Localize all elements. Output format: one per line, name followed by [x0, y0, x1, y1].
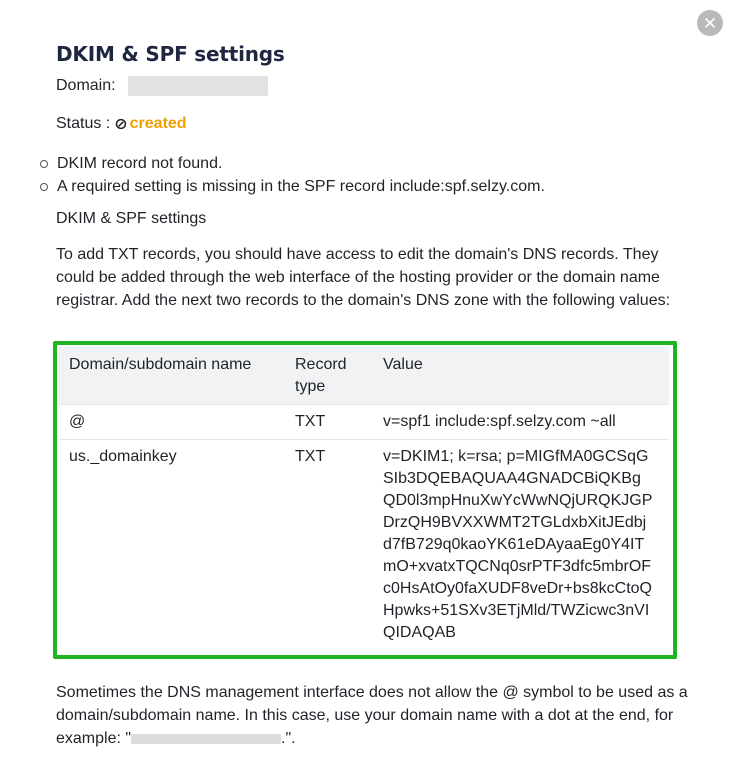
- dkim-value-text: v=DKIM1; k=rsa; p=MIGfMA0GCSqGSIb3DQEBAQ…: [383, 448, 653, 641]
- list-item: A required setting is missing in the SPF…: [40, 175, 545, 198]
- cell-record-type: TXT: [285, 404, 373, 440]
- status-row: Status : ⊘ created: [56, 114, 187, 134]
- section-heading: DKIM & SPF settings: [56, 210, 207, 227]
- cell-value: v=DKIM1; k=rsa; p=MIGfMA0GCSqGSIb3DQEBAQ…: [373, 439, 669, 650]
- status-label: Status :: [56, 115, 111, 132]
- bullet-icon: [40, 182, 48, 191]
- dns-records-table: Domain/subdomain name Record type Value …: [59, 347, 669, 650]
- table-header-row: Domain/subdomain name Record type Value: [59, 347, 669, 405]
- example-domain-redacted: [131, 733, 282, 744]
- cell-value: v=spf1 include:spf.selzy.com ~all: [373, 404, 669, 440]
- dkim-spf-settings-modal: ✕ DKIM & SPF settings Domain: Status : ⊘…: [0, 0, 739, 775]
- table-row: us._domainkey TXT v=DKIM1; k=rsa; p=MIGf…: [59, 439, 669, 650]
- header-value: Value: [383, 356, 423, 373]
- status-blocked-icon: ⊘: [114, 116, 128, 133]
- dns-records-table-highlight: Domain/subdomain name Record type Value …: [53, 341, 677, 659]
- instructions-text: To add TXT records, you should have acce…: [56, 246, 671, 309]
- close-icon[interactable]: ✕: [697, 10, 723, 36]
- issue-text: DKIM record not found.: [57, 154, 223, 172]
- header-domain-name: Domain/subdomain name: [69, 356, 252, 373]
- footer-note: Sometimes the DNS management interface d…: [56, 681, 696, 750]
- table-row: @ TXT v=spf1 include:spf.selzy.com ~all: [59, 404, 669, 440]
- bullet-icon: [40, 159, 48, 168]
- header-record-type: Record type: [295, 356, 347, 395]
- domain-row: Domain:: [56, 76, 268, 96]
- list-item: DKIM record not found.: [40, 152, 545, 175]
- domain-label: Domain:: [56, 77, 116, 94]
- issues-list: DKIM record not found. A required settin…: [40, 152, 545, 198]
- status-badge: created: [129, 115, 187, 132]
- domain-value-redacted: [127, 76, 268, 96]
- cell-domain-name: us._domainkey: [59, 439, 285, 650]
- modal-title: DKIM & SPF settings: [56, 42, 285, 66]
- footer-text-after: .".: [281, 730, 296, 747]
- cell-domain-name: @: [59, 404, 285, 440]
- cell-record-type: TXT: [285, 439, 373, 650]
- issue-text: A required setting is missing in the SPF…: [57, 177, 545, 195]
